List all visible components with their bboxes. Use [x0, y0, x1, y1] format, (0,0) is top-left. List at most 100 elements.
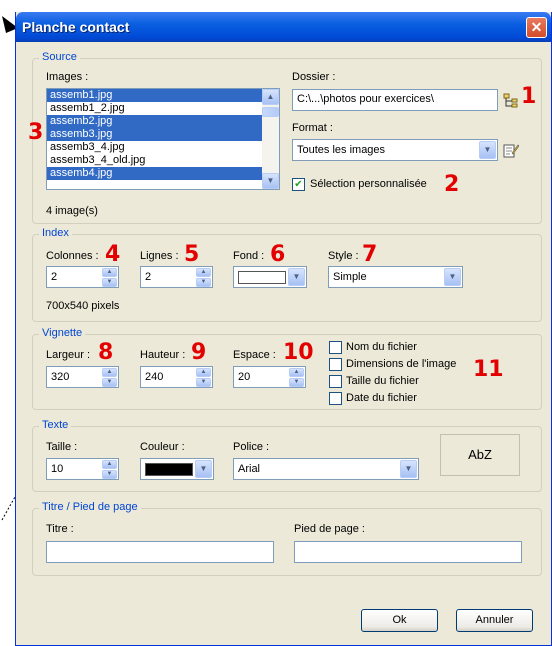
- rows-spinner[interactable]: 2 ▲ ▼: [140, 266, 213, 288]
- annotation-4: 4: [105, 242, 121, 267]
- font-label: Police :: [233, 441, 270, 453]
- cancel-button[interactable]: Annuler: [456, 609, 533, 632]
- font-preview-text: AbZ: [468, 447, 492, 462]
- annotation-5: 5: [184, 242, 200, 267]
- images-listbox[interactable]: assemb1.jpg assemb1_2.jpg assemb2.jpg assem…: [46, 88, 280, 190]
- close-icon[interactable]: ✕: [526, 17, 547, 38]
- style-value: Simple: [333, 271, 367, 283]
- image-list-item[interactable]: assemb4.jpg: [47, 167, 279, 180]
- image-list-item[interactable]: assemb3.jpg: [47, 128, 279, 141]
- annotation-9: 9: [191, 340, 207, 365]
- file-size-checkbox[interactable]: [329, 375, 342, 388]
- dialog-window: Planche contact ✕ Source Images : assemb…: [15, 12, 552, 646]
- style-label: Style :: [328, 250, 359, 262]
- columns-value: 2: [51, 271, 58, 283]
- text-size-spinner[interactable]: 10 ▲ ▼: [46, 458, 119, 480]
- columns-spinner[interactable]: 2 ▲ ▼: [46, 266, 119, 288]
- spin-up-icon[interactable]: ▲: [196, 268, 211, 277]
- footer-field[interactable]: [294, 541, 522, 563]
- image-list-item[interactable]: assemb3_4.jpg: [47, 141, 279, 154]
- text-color-label: Couleur :: [140, 441, 185, 453]
- annotation-3: 3: [28, 120, 44, 145]
- edit-format-icon[interactable]: [503, 142, 520, 158]
- thumbnail-legend: Vignette: [39, 327, 86, 339]
- columns-label: Colonnes :: [46, 250, 99, 262]
- thumb-width-spinner[interactable]: 320 ▲ ▼: [46, 366, 119, 388]
- file-size-label[interactable]: Taille du fichier: [346, 375, 419, 387]
- rows-label: Lignes :: [140, 250, 179, 262]
- spin-down-icon[interactable]: ▼: [289, 378, 304, 387]
- spin-down-icon[interactable]: ▼: [102, 470, 117, 479]
- spin-up-icon[interactable]: ▲: [102, 368, 117, 377]
- annotation-1: 1: [521, 84, 537, 109]
- spin-down-icon[interactable]: ▼: [196, 278, 211, 287]
- rows-value: 2: [145, 271, 152, 283]
- annotation-7: 7: [362, 242, 378, 267]
- ok-button[interactable]: Ok: [361, 609, 438, 632]
- annotation-6: 6: [270, 242, 286, 267]
- chevron-down-icon[interactable]: ▼: [288, 268, 305, 286]
- scroll-thumb[interactable]: [262, 107, 279, 117]
- text-legend: Texte: [39, 419, 72, 431]
- window-title: Planche contact: [22, 19, 130, 35]
- chevron-down-icon[interactable]: ▼: [479, 141, 496, 159]
- image-dimensions-checkbox[interactable]: [329, 358, 342, 371]
- folder-browse-icon[interactable]: [503, 92, 519, 108]
- font-preview: AbZ: [440, 434, 520, 476]
- height-label: Hauteur :: [140, 349, 186, 361]
- text-size-label: Taille :: [46, 441, 78, 453]
- image-dimensions-label[interactable]: Dimensions de l'image: [346, 358, 456, 370]
- filename-label[interactable]: Nom du fichier: [346, 341, 417, 353]
- footer-field-label: Pied de page :: [294, 523, 365, 535]
- spin-up-icon[interactable]: ▲: [196, 368, 211, 377]
- image-list-item[interactable]: assemb2.jpg: [47, 115, 279, 128]
- custom-selection-checkbox[interactable]: ✔: [292, 178, 305, 191]
- background-color-select[interactable]: ▼: [233, 266, 307, 288]
- image-list-item[interactable]: assemb1.jpg: [47, 89, 279, 102]
- spin-up-icon[interactable]: ▲: [102, 268, 117, 277]
- title-field[interactable]: [46, 541, 274, 563]
- title-field-label: Titre :: [46, 523, 74, 535]
- spacing-value: 20: [238, 371, 251, 383]
- title-bar[interactable]: Planche contact ✕: [16, 12, 551, 42]
- format-label: Format :: [292, 122, 333, 134]
- header-footer-legend: Titre / Pied de page: [39, 501, 141, 513]
- image-count: 4 image(s): [46, 205, 98, 217]
- annotation-11: 11: [473, 357, 504, 382]
- source-legend: Source: [39, 51, 80, 63]
- spacing-label: Espace :: [233, 349, 276, 361]
- annotation-10: 10: [283, 340, 314, 365]
- text-color-swatch: [145, 463, 193, 476]
- spin-down-icon[interactable]: ▼: [102, 378, 117, 387]
- spin-up-icon[interactable]: ▲: [289, 368, 304, 377]
- font-value: Arial: [238, 463, 261, 475]
- thumb-width-value: 320: [51, 371, 70, 383]
- scroll-up-icon[interactable]: ▲: [262, 89, 279, 105]
- thumb-height-spinner[interactable]: 240 ▲ ▼: [140, 366, 213, 388]
- text-color-select[interactable]: ▼: [140, 458, 214, 480]
- style-select[interactable]: Simple ▼: [328, 266, 463, 288]
- format-value: Toutes les images: [297, 144, 386, 156]
- font-select[interactable]: Arial ▼: [233, 458, 419, 480]
- annotation-2: 2: [444, 172, 460, 197]
- format-select[interactable]: Toutes les images ▼: [292, 139, 498, 161]
- custom-selection-label[interactable]: Sélection personnalisée: [310, 178, 427, 190]
- file-date-label[interactable]: Date du fichier: [346, 392, 417, 404]
- background-label: Fond :: [233, 250, 265, 262]
- spin-up-icon[interactable]: ▲: [102, 460, 117, 469]
- image-list-item[interactable]: assemb1_2.jpg: [47, 102, 279, 115]
- scroll-down-icon[interactable]: ▼: [262, 173, 279, 189]
- filename-checkbox[interactable]: [329, 341, 342, 354]
- spin-down-icon[interactable]: ▼: [196, 378, 211, 387]
- chevron-down-icon[interactable]: ▼: [400, 460, 417, 478]
- images-scrollbar[interactable]: ▲ ▼: [262, 89, 279, 189]
- spacing-spinner[interactable]: 20 ▲ ▼: [233, 366, 306, 388]
- folder-field[interactable]: C:\...\photos pour exercices\: [292, 89, 498, 111]
- file-date-checkbox[interactable]: [329, 392, 342, 405]
- chevron-down-icon[interactable]: ▼: [444, 268, 461, 286]
- spin-down-icon[interactable]: ▼: [102, 278, 117, 287]
- folder-label: Dossier :: [292, 71, 336, 83]
- image-list-item[interactable]: assemb3_4_old.jpg: [47, 154, 279, 167]
- chevron-down-icon[interactable]: ▼: [195, 460, 212, 478]
- text-size-value: 10: [51, 463, 64, 475]
